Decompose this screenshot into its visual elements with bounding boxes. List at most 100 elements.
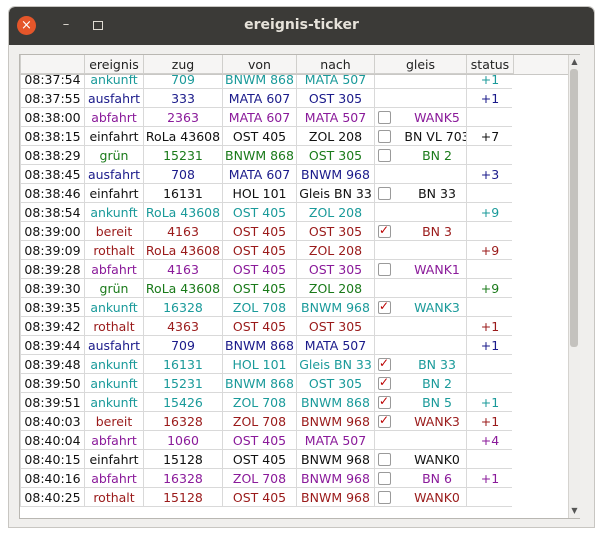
title-bar[interactable]: × – ereignis-ticker	[9, 7, 594, 45]
gleis-checkbox[interactable]	[378, 149, 391, 162]
cell-zug: 16131	[143, 183, 223, 203]
cell-status: +7	[466, 126, 514, 146]
gleis-checkbox[interactable]	[378, 111, 391, 124]
table-row[interactable]: 08:38:15 einfahrt RoLa 43608 OST 405 ZOL 208…	[20, 126, 514, 146]
gleis-label: BN 5	[422, 395, 452, 410]
cell-zug: 709	[143, 335, 223, 355]
column-header-gleis[interactable]: gleis	[374, 55, 467, 74]
cell-nach: OST 305	[296, 221, 375, 241]
cell-zug: 15231	[143, 373, 223, 393]
scrollbar-thumb[interactable]	[570, 69, 578, 347]
gleis-checkbox[interactable]	[378, 394, 391, 409]
cell-ereignis: ankunft	[84, 297, 144, 317]
cell-time: 08:38:45	[20, 164, 85, 184]
cell-gleis	[374, 278, 467, 298]
cell-zug: 2363	[143, 107, 223, 127]
table-scroll-area[interactable]: 08:37:4?ausfahrt16327HOL 101BN 1108:37:5…	[20, 55, 579, 518]
cell-nach: BNWM 968	[296, 411, 375, 431]
column-header-ereignis[interactable]: ereignis	[84, 55, 144, 74]
cell-status	[466, 259, 514, 279]
cell-gleis	[374, 316, 467, 336]
table-row[interactable]: 08:39:51ankunft15426ZOL 708BNWM 868 BN 5 +…	[20, 392, 514, 412]
table-row[interactable]: 08:38:46 einfahrt 16131 HOL 101 Gleis BN 33 B…	[20, 183, 514, 203]
gleis-checkbox[interactable]	[378, 453, 391, 466]
cell-time: 08:38:46	[20, 183, 85, 203]
gleis-checkbox[interactable]	[378, 187, 391, 200]
cell-zug: RoLa 43608	[143, 126, 223, 146]
gleis-label: WANK3	[414, 414, 460, 429]
table-row[interactable]: 08:39:44 ausfahrt 709 BNWM 868 MATA 507 +1	[20, 335, 514, 355]
gleis-checkbox[interactable]	[378, 375, 391, 390]
cell-time: 08:38:00	[20, 107, 85, 127]
table-row[interactable]: 08:39:00bereit4163OST 405OST 305 BN 3	[20, 221, 514, 241]
table-row[interactable]: 08:39:50ankunft15231BNWM 868OST 305 BN 2	[20, 373, 514, 393]
gleis-checkbox[interactable]	[378, 299, 391, 314]
gleis-checkbox[interactable]	[378, 491, 391, 504]
gleis-checkbox[interactable]	[378, 472, 391, 485]
table-header-row: ereignis zug von nach gleis status	[20, 55, 514, 74]
gleis-checkbox[interactable]	[378, 356, 391, 371]
cell-nach: ZOL 208	[296, 278, 375, 298]
cell-ereignis: ausfahrt	[84, 335, 144, 355]
cell-gleis	[374, 335, 467, 355]
cell-status: +3	[466, 164, 514, 184]
cell-status: +1	[466, 316, 514, 336]
cell-nach: MATA 507	[296, 430, 375, 450]
cell-zug: 1060	[143, 430, 223, 450]
cell-ereignis: bereit	[84, 221, 144, 241]
table-header: ereignis zug von nach gleis status	[20, 55, 579, 75]
cell-zug: RoLa 43608	[143, 202, 223, 222]
gleis-label: BN 33	[418, 357, 456, 372]
table-row[interactable]: 08:38:00 abfahrt 2363 MATA 607 MATA 507 WANK5	[20, 107, 514, 127]
cell-status: +1	[466, 335, 514, 355]
scroll-down-arrow-icon[interactable]: ▼	[569, 505, 580, 517]
column-header-zug[interactable]: zug	[143, 55, 223, 74]
gleis-label: WANK3	[414, 300, 460, 315]
cell-time: 08:38:54	[20, 202, 85, 222]
gleis-checkbox[interactable]	[378, 223, 391, 238]
gleis-label: BN 3	[422, 224, 452, 239]
cell-ereignis: bereit	[84, 411, 144, 431]
cell-nach: BNWM 968	[296, 468, 375, 488]
cell-status: +9	[466, 278, 514, 298]
table-row[interactable]: 08:40:25 rothalt 15128 OST 405 BNWM 968 WANK0	[20, 487, 514, 507]
cell-ereignis: einfahrt	[84, 126, 144, 146]
gleis-checkbox[interactable]	[378, 130, 391, 143]
cell-time: 08:39:44	[20, 335, 85, 355]
cell-status	[466, 373, 514, 393]
table-row[interactable]: 08:39:09 rothalt RoLa 43608 OST 405 ZOL 208 +…	[20, 240, 514, 260]
cell-ereignis: rothalt	[84, 316, 144, 336]
table-row[interactable]: 08:38:45 ausfahrt 708 MATA 607 BNWM 968 +3	[20, 164, 514, 184]
table-row[interactable]: 08:39:35ankunft16328ZOL 708BNWM 968 WANK3	[20, 297, 514, 317]
vertical-scrollbar[interactable]: ▲ ▼	[568, 55, 580, 518]
table-row[interactable]: 08:39:42 rothalt 4363 OST 405 OST 305 +1	[20, 316, 514, 336]
cell-gleis: BN 2	[374, 145, 467, 165]
table-row[interactable]: 08:39:28 abfahrt 4163 OST 405 OST 305 WANK1	[20, 259, 514, 279]
scroll-up-arrow-icon[interactable]: ▲	[569, 56, 580, 68]
table-row[interactable]: 08:38:54 ankunft RoLa 43608 OST 405 ZOL 208 +…	[20, 202, 514, 222]
column-header-von[interactable]: von	[222, 55, 297, 74]
cell-ereignis: ankunft	[84, 202, 144, 222]
table-row[interactable]: 08:40:15 einfahrt 15128 OST 405 BNWM 968 WANK…	[20, 449, 514, 469]
column-header-nach[interactable]: nach	[296, 55, 375, 74]
table-row[interactable]: 08:39:30 grün RoLa 43608 OST 405 ZOL 208 +9	[20, 278, 514, 298]
table-row[interactable]: 08:40:04 abfahrt 1060 OST 405 MATA 507 +4	[20, 430, 514, 450]
cell-gleis: WANK0	[374, 449, 467, 469]
cell-time: 08:37:55	[20, 88, 85, 108]
gleis-label: BN 33	[418, 186, 456, 201]
table-row[interactable]: 08:39:48ankunft16131HOL 101Gleis BN 33 BN…	[20, 354, 514, 374]
table-row[interactable]: 08:40:16 abfahrt 16328 ZOL 708 BNWM 968 BN 6 +…	[20, 468, 514, 488]
cell-time: 08:39:51	[20, 392, 85, 412]
cell-gleis: WANK3	[374, 411, 467, 431]
cell-von: MATA 607	[222, 88, 297, 108]
column-header-status[interactable]: status	[466, 55, 514, 74]
table-row[interactable]: 08:38:29 grün 15231 BNWM 868 OST 305 BN 2	[20, 145, 514, 165]
table-row[interactable]: 08:37:55 ausfahrt 333 MATA 607 OST 305 +1	[20, 88, 514, 108]
table-row[interactable]: 08:40:03bereit16328ZOL 708BNWM 968 WANK3 +…	[20, 411, 514, 431]
gleis-checkbox[interactable]	[378, 263, 391, 276]
column-header-time[interactable]	[20, 55, 85, 74]
cell-von: BNWM 868	[222, 373, 297, 393]
gleis-label: WANK1	[414, 262, 460, 277]
gleis-checkbox[interactable]	[378, 413, 391, 428]
cell-ereignis: abfahrt	[84, 259, 144, 279]
